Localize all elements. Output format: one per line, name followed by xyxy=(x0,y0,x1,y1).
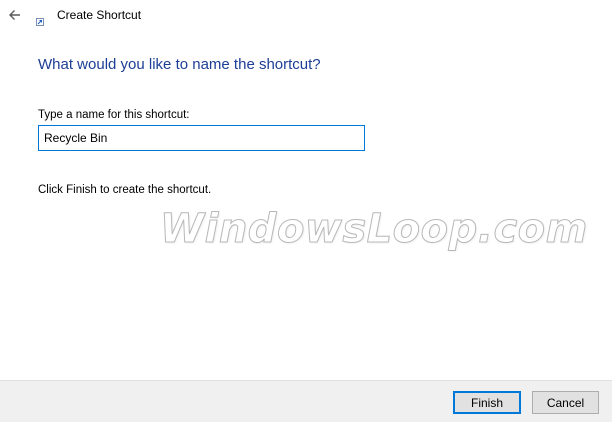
finish-hint: Click Finish to create the shortcut. xyxy=(38,184,212,196)
button-bar: Finish Cancel xyxy=(0,380,612,422)
create-shortcut-dialog: Create Shortcut What would you like to n… xyxy=(0,0,612,422)
watermark-logo: WindowsLoop.com xyxy=(160,206,588,253)
shortcut-icon xyxy=(36,13,44,26)
back-arrow-icon xyxy=(9,10,20,20)
name-field-label: Type a name for this shortcut: xyxy=(38,109,190,121)
cancel-button[interactable]: Cancel xyxy=(532,391,599,414)
finish-button[interactable]: Finish xyxy=(453,391,521,414)
main-instruction: What would you like to name the shortcut… xyxy=(38,56,321,73)
back-button[interactable] xyxy=(6,6,24,24)
window-title: Create Shortcut xyxy=(57,8,142,22)
shortcut-name-input[interactable] xyxy=(38,125,365,151)
